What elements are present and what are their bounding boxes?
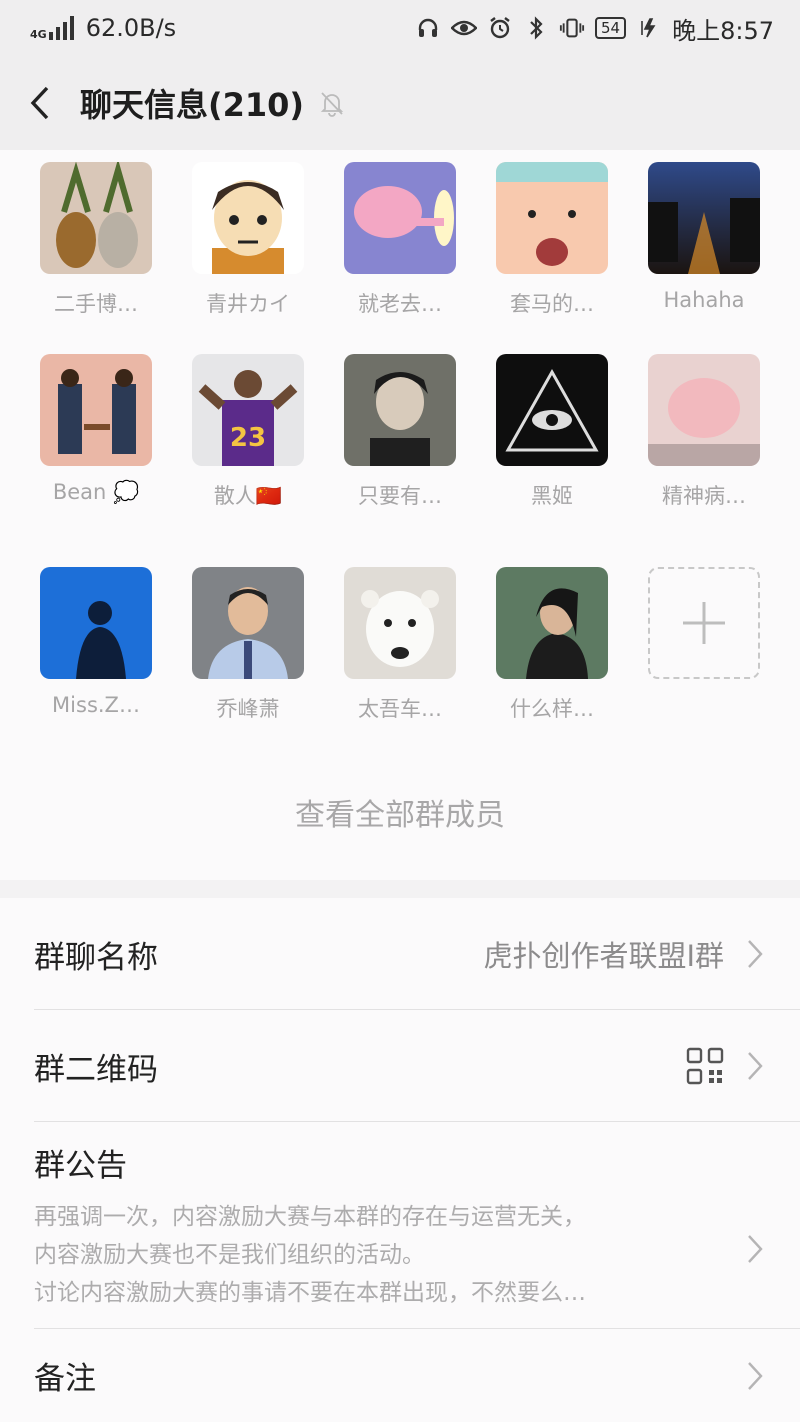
member-name: 黑姬: [531, 484, 573, 508]
member-avatar: 23: [192, 354, 304, 466]
member-avatar: [344, 162, 456, 274]
member-name: 青井カイ: [206, 292, 290, 316]
member-item[interactable]: 就老去…: [324, 162, 476, 318]
chevron-right-icon: [748, 940, 763, 968]
group-notice-text: 再强调一次，内容激励大赛与本群的存在与运营无关， 内容激励大赛也不是我们组织的活…: [34, 1198, 724, 1312]
member-name: 乔峰萧: [216, 697, 280, 721]
member-avatar: [40, 354, 152, 466]
alarm-icon: [487, 15, 513, 41]
chevron-right-icon: [748, 1052, 763, 1080]
chevron-right-icon: [748, 1235, 763, 1263]
vibrate-icon: [559, 15, 585, 41]
bell-off-icon: [320, 92, 344, 117]
member-name: Miss.Z…: [52, 693, 140, 717]
member-item[interactable]: 套马的…: [476, 162, 628, 318]
member-name: 散人🇨🇳: [213, 484, 283, 508]
group-members-panel: 二手博… 青井カイ 就老去… 套马的… Hahaha Bean 💭 23 散人🇨🇳 只要有… 黑姬…: [0, 150, 800, 880]
member-item[interactable]: 黑姬: [476, 354, 628, 510]
member-name: 什么样…: [510, 697, 594, 721]
member-item[interactable]: Miss.Z…: [20, 567, 172, 717]
member-item[interactable]: 只要有…: [324, 354, 476, 510]
group-name-row[interactable]: 群聊名称 虎扑创作者联盟I群: [0, 898, 800, 1010]
member-item[interactable]: 23 散人🇨🇳: [172, 354, 324, 510]
remark-label: 备注: [34, 1361, 96, 1397]
member-avatar: [40, 162, 152, 274]
member-name: 只要有…: [358, 484, 442, 508]
eye-icon: [451, 15, 477, 41]
group-notice-row[interactable]: 群公告 再强调一次，内容激励大赛与本群的存在与运营无关， 内容激励大赛也不是我们…: [0, 1122, 800, 1328]
member-name: Hahaha: [663, 288, 745, 312]
member-avatar: [344, 354, 456, 466]
member-name: 套马的…: [510, 292, 594, 316]
svg-text:23: 23: [230, 423, 266, 453]
member-avatar: [344, 567, 456, 679]
charging-icon: [636, 15, 662, 41]
member-name: 二手博…: [54, 292, 138, 316]
notice-line: 讨论内容激励大赛的事请不要在本群出现，不然要么…: [34, 1280, 586, 1306]
status-bar: 4G 62.0B/s 54 晚上8:57: [0, 0, 800, 56]
member-name: 就老去…: [358, 292, 442, 316]
remark-row[interactable]: 备注: [0, 1329, 800, 1422]
signal-icon: 4G: [30, 16, 74, 40]
battery-indicator: 54: [595, 17, 627, 39]
member-avatar: [40, 567, 152, 679]
network-type: 4G: [30, 28, 47, 41]
member-item[interactable]: 乔峰萧: [172, 567, 324, 723]
clock-time: 晚上8:57: [672, 16, 774, 45]
view-all-members-link[interactable]: 查看全部群成员: [0, 790, 800, 834]
member-name: 太吾车…: [358, 697, 442, 721]
member-avatar: [192, 567, 304, 679]
member-avatar: [648, 162, 760, 274]
member-item[interactable]: 什么样…: [476, 567, 628, 723]
group-notice-label: 群公告: [34, 1148, 127, 1184]
group-qr-row[interactable]: 群二维码: [0, 1010, 800, 1122]
member-name: 精神病…: [662, 484, 746, 508]
member-item[interactable]: Bean 💭: [20, 354, 172, 505]
settings-list: 群聊名称 虎扑创作者联盟I群 群二维码 群公告 再强调一次，内容激励大赛与本群的…: [0, 898, 800, 1422]
member-avatar: [496, 354, 608, 466]
member-avatar: [192, 162, 304, 274]
network-speed: 62.0B/s: [85, 14, 177, 42]
member-item[interactable]: 太吾车…: [324, 567, 476, 723]
member-item[interactable]: 精神病…: [628, 354, 780, 510]
group-name-value: 虎扑创作者联盟I群: [483, 939, 724, 973]
chevron-right-icon: [748, 1361, 763, 1390]
headphones-icon: [415, 15, 441, 41]
member-item[interactable]: Hahaha: [628, 162, 780, 312]
group-qr-label: 群二维码: [34, 1051, 158, 1088]
member-item[interactable]: 二手博…: [20, 162, 172, 318]
back-button[interactable]: [0, 56, 80, 150]
bluetooth-icon: [523, 15, 549, 41]
member-item[interactable]: 青井カイ: [172, 162, 324, 318]
member-avatar: [496, 567, 608, 679]
qr-code-icon: [686, 1047, 724, 1085]
page-title: 聊天信息(210): [80, 86, 305, 124]
notice-line: 再强调一次，内容激励大赛与本群的存在与运营无关，: [34, 1204, 586, 1230]
notice-line: 内容激励大赛也不是我们组织的活动。: [34, 1242, 425, 1268]
plus-icon: [683, 602, 725, 644]
member-name: Bean 💭: [52, 480, 140, 504]
member-avatar: [496, 162, 608, 274]
nav-header: 聊天信息(210): [0, 56, 800, 150]
group-name-label: 群聊名称: [34, 939, 158, 976]
chevron-left-icon: [30, 86, 49, 120]
member-avatar: [648, 354, 760, 466]
add-member-button[interactable]: [628, 567, 780, 679]
